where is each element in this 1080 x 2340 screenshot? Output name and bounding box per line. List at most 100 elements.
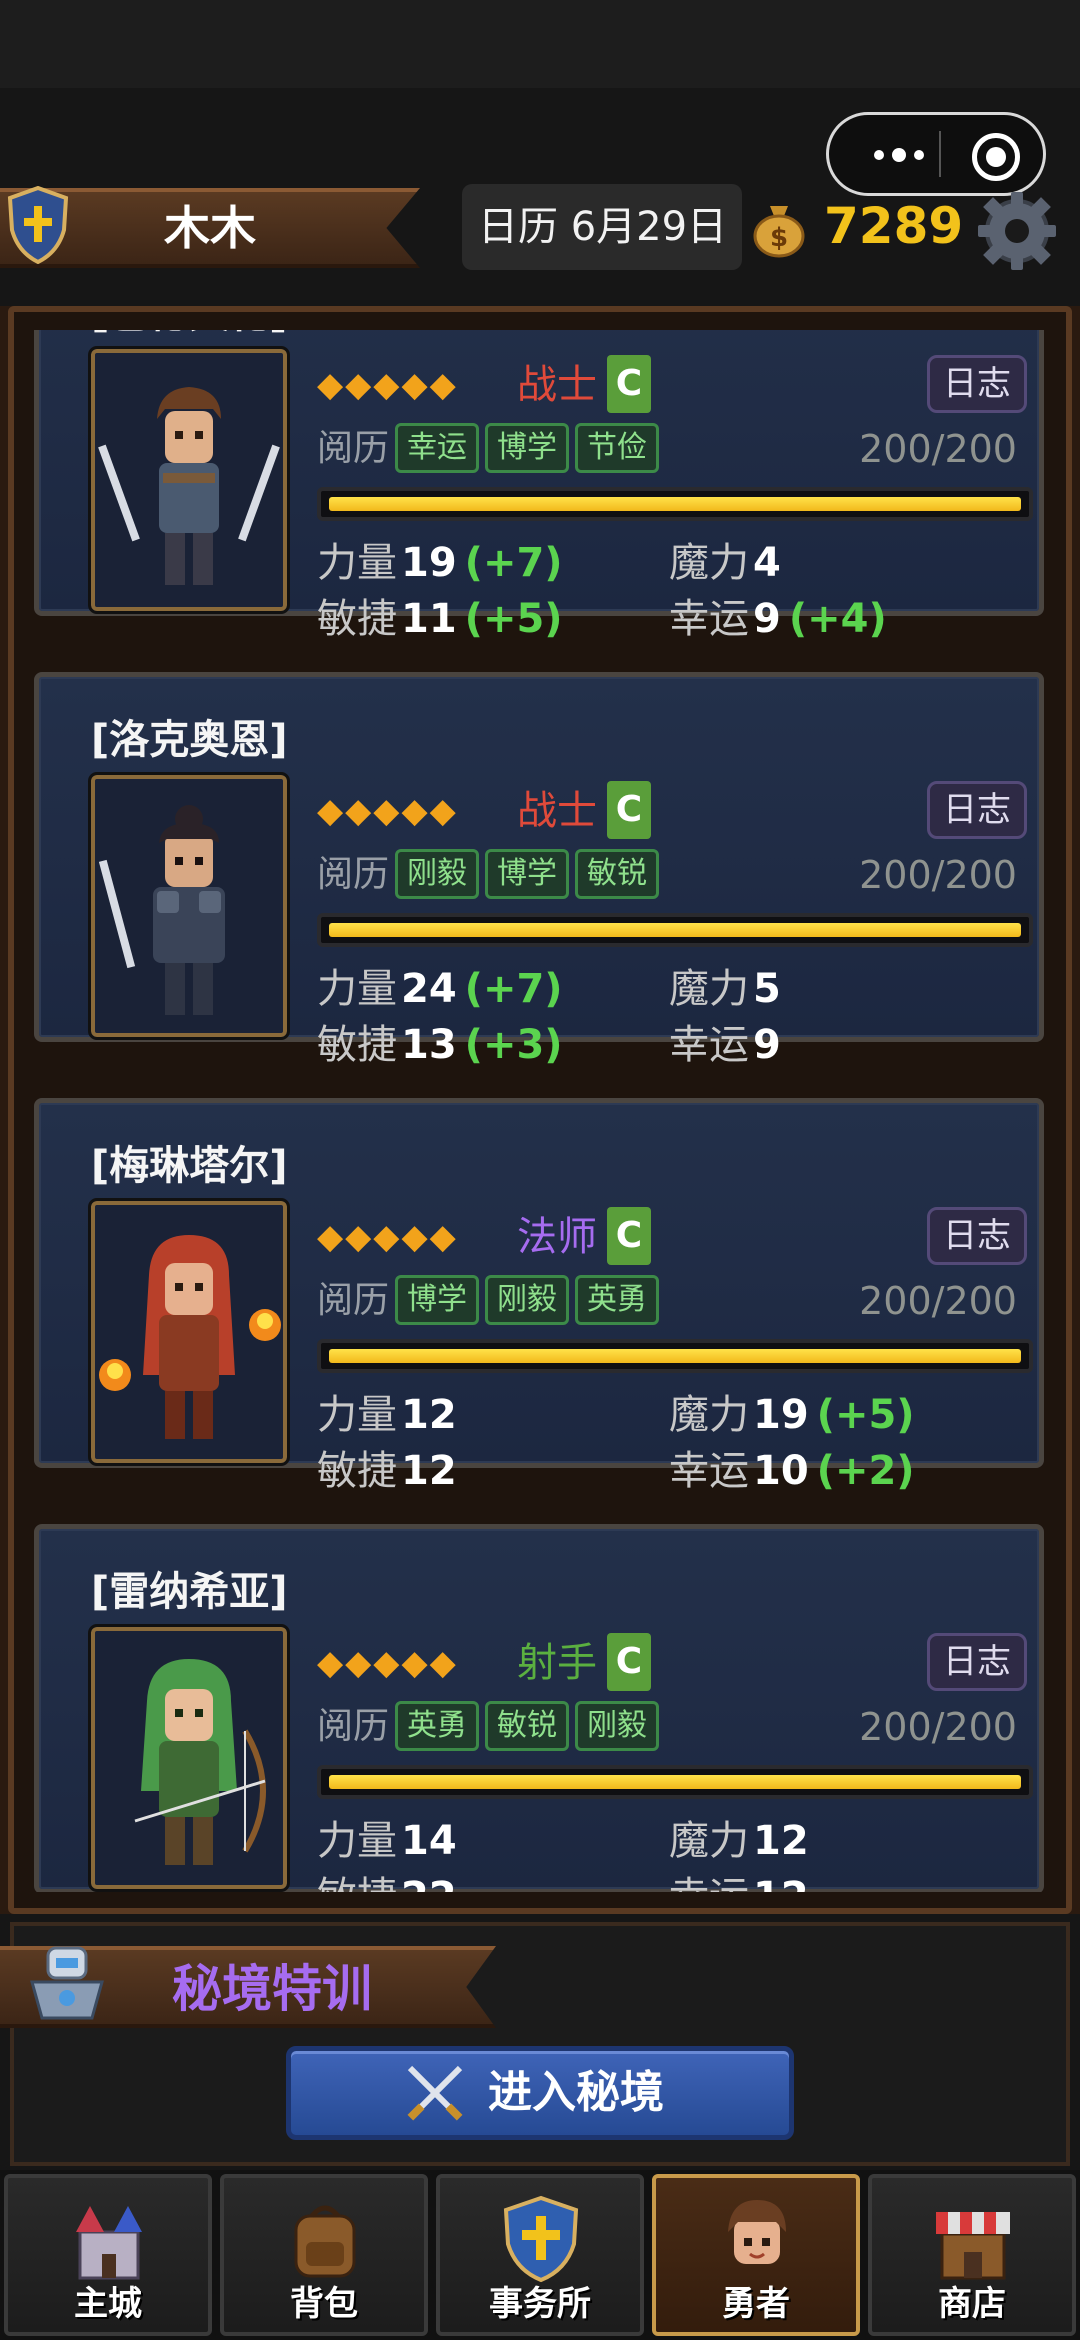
hero-list[interactable]: [巴德文化] ◆◆◆◆◆ 战士 C 日志 阅历 幸运 博学 节俭 — [24, 330, 1056, 1892]
trait-tag: 敏锐 — [575, 849, 659, 899]
hero-grade-badge: C — [607, 781, 651, 839]
stat-agility: 敏捷 13 (+3) — [317, 1022, 563, 1068]
hero-portrait — [88, 1198, 290, 1466]
tab-label: 背包 — [290, 2284, 358, 2324]
hero-rarity-stars: ◆◆◆◆◆ — [317, 1643, 458, 1683]
more-icon[interactable] — [859, 139, 939, 171]
trait-tag: 幸运 — [395, 423, 479, 473]
hero-grade-badge: C — [607, 1207, 651, 1265]
stat-magic: 魔力 12 — [669, 1818, 809, 1864]
stat-magic: 魔力 19 (+5) — [669, 1392, 915, 1438]
hero-portrait — [88, 1624, 290, 1892]
hero-rarity-stars: ◆◆◆◆◆ — [317, 791, 458, 831]
gold-amount: 7289 — [824, 197, 964, 255]
mech-robot-icon — [30, 1946, 104, 2020]
stat-luck: 幸运 9 (+4) — [669, 596, 887, 642]
crossed-swords-icon — [407, 2065, 463, 2121]
exp-bar-fill — [329, 923, 1021, 937]
hero-card[interactable]: [巴德文化] ◆◆◆◆◆ 战士 C 日志 阅历 幸运 博学 节俭 — [34, 330, 1044, 642]
stat-strength: 力量 12 — [317, 1392, 457, 1438]
stat-magic: 魔力 4 — [669, 540, 781, 586]
calendar-date: 日历 6月29日 — [478, 204, 728, 250]
capsule-divider — [939, 131, 941, 177]
miniprogram-capsule — [826, 112, 1046, 196]
hero-card[interactable]: [雷纳希亚] ◆◆◆◆◆ 射手 C 日志 阅历 英勇 敏锐 刚毅 200/200… — [34, 1524, 1044, 1892]
exp-bar — [317, 1765, 1033, 1799]
trait-tag: 敏锐 — [485, 1701, 569, 1751]
gear-icon[interactable] — [976, 190, 1058, 272]
svg-text:$: $ — [770, 223, 788, 253]
exp-bar — [317, 487, 1033, 521]
shop-icon — [936, 2212, 1010, 2280]
log-button[interactable]: 日志 — [927, 781, 1027, 839]
archer-portrait-icon — [134, 1659, 266, 1865]
tab-label: 勇者 — [722, 2284, 790, 2324]
hero-class: 战士 — [517, 788, 597, 834]
stat-strength: 力量 19 (+7) — [317, 540, 563, 586]
hero-class: 法师 — [517, 1214, 597, 1260]
backpack-icon — [294, 2205, 356, 2278]
hero-name: [洛克奥恩] — [91, 717, 288, 763]
training-title: 秘境特训 — [172, 1960, 372, 2018]
stat-luck: 幸运 10 (+2) — [669, 1448, 915, 1494]
status-bar — [0, 0, 1080, 88]
hero-roster: [巴德文化] ◆◆◆◆◆ 战士 C 日志 阅历 幸运 博学 节俭 — [0, 306, 1080, 1914]
hero-grade-badge: C — [607, 355, 651, 413]
hero-portrait — [88, 346, 290, 614]
exp-bar-fill — [329, 497, 1021, 511]
stat-magic: 魔力 5 — [669, 966, 781, 1012]
tab-backpack[interactable]: 背包 — [220, 2174, 428, 2336]
enter-realm-label: 进入秘境 — [488, 2067, 664, 2118]
tab-label: 主城 — [74, 2284, 142, 2324]
trait-tag: 英勇 — [395, 1701, 479, 1751]
shield-icon — [503, 2195, 579, 2283]
trait-tag: 节俭 — [575, 423, 659, 473]
close-target-icon[interactable] — [972, 133, 1020, 181]
trait-tag: 博学 — [395, 1275, 479, 1325]
hero-rarity-stars: ◆◆◆◆◆ — [317, 1217, 458, 1257]
mage-portrait-icon — [99, 1235, 281, 1439]
tab-heroes[interactable]: 勇者 — [652, 2174, 860, 2336]
tab-main-city[interactable]: 主城 — [4, 2174, 212, 2336]
tab-label: 商店 — [938, 2284, 1006, 2324]
stat-agility: 敏捷 11 (+5) — [317, 596, 563, 642]
exp-bar — [317, 1339, 1033, 1373]
log-button[interactable]: 日志 — [927, 355, 1027, 413]
log-button[interactable]: 日志 — [927, 1633, 1027, 1691]
tab-office[interactable]: 事务所 — [436, 2174, 644, 2336]
hero-icon — [728, 2200, 786, 2264]
tab-label: 事务所 — [489, 2284, 591, 2324]
exp-value: 200/200 — [859, 1279, 1017, 1323]
shield-emblem-icon — [7, 186, 69, 264]
exp-label: 阅历 — [317, 854, 390, 895]
stat-luck: 幸运12 — [669, 1869, 817, 1892]
trait-tag: 刚毅 — [485, 1275, 569, 1325]
exp-label: 阅历 — [317, 1280, 390, 1321]
trait-tag: 英勇 — [575, 1275, 659, 1325]
stat-strength: 力量 14 — [317, 1818, 457, 1864]
tab-shop[interactable]: 商店 — [868, 2174, 1076, 2336]
hero-grade-badge: C — [607, 1633, 651, 1691]
exp-label: 阅历 — [317, 428, 390, 469]
log-button[interactable]: 日志 — [927, 1207, 1027, 1265]
hero-card[interactable]: [梅琳塔尔] ◆◆◆◆◆ 法师 C 日志 阅历 博学 刚毅 英勇 200/200… — [34, 1098, 1044, 1494]
trait-tag: 刚毅 — [395, 849, 479, 899]
hero-name: [雷纳希亚] — [91, 1569, 288, 1615]
exp-label: 阅历 — [317, 1706, 390, 1747]
trait-tag: 博学 — [485, 849, 569, 899]
exp-value: 200/200 — [859, 427, 1017, 471]
exp-bar — [317, 913, 1033, 947]
hero-name: [梅琳塔尔] — [91, 1143, 288, 1189]
hero-class: 战士 — [517, 362, 597, 408]
exp-value: 200/200 — [859, 1705, 1017, 1749]
hero-rarity-stars: ◆◆◆◆◆ — [317, 365, 458, 405]
hero-card[interactable]: [洛克奥恩] ◆◆◆◆◆ 战士 C 日志 阅历 刚毅 博学 敏锐 200/200… — [34, 672, 1044, 1068]
hero-class: 射手 — [517, 1640, 597, 1686]
trait-tag: 博学 — [485, 423, 569, 473]
stat-agility: 敏捷22 — [317, 1869, 465, 1892]
hero-portrait — [88, 772, 290, 1040]
stat-agility: 敏捷 12 — [317, 1448, 457, 1494]
stat-strength: 力量 24 (+7) — [317, 966, 563, 1012]
stat-luck: 幸运 9 — [669, 1022, 781, 1068]
exp-value: 200/200 — [859, 853, 1017, 897]
